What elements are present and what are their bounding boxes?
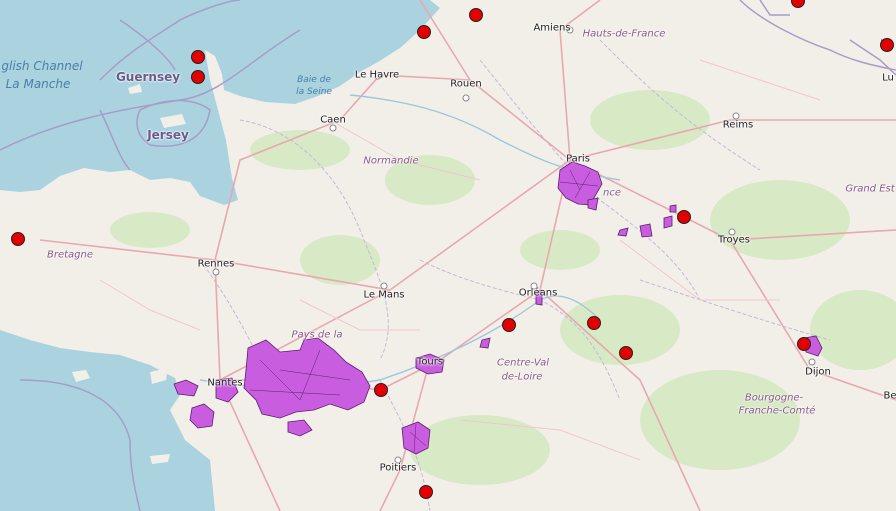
region-label-grand-est: Grand Est: [845, 183, 895, 195]
map-marker[interactable]: [880, 38, 894, 52]
region-label-franche-comte: Franche-Comté: [738, 405, 816, 417]
city-dot-caen: [329, 124, 337, 132]
island-label-guernsey: Guernsey: [115, 70, 181, 84]
map-marker[interactable]: [191, 50, 205, 64]
map-marker[interactable]: [677, 210, 691, 224]
island-re: [150, 454, 170, 464]
city-label-caen: Caen: [320, 114, 346, 126]
map-marker[interactable]: [191, 70, 205, 84]
city-label-dijon: Dijon: [805, 366, 831, 378]
water-label-channel-en: glish Channel: [1, 59, 83, 73]
region-label-hauts-de-france: Hauts-de-France: [582, 28, 666, 40]
island-jersey-shape: [160, 114, 186, 128]
map-marker[interactable]: [619, 346, 633, 360]
region-label-idf-fragment: nce: [603, 187, 621, 199]
water-label-channel-fr: La Manche: [5, 77, 71, 91]
map-marker[interactable]: [374, 383, 388, 397]
edge-label-lu: Lu: [882, 72, 894, 84]
island-small: [72, 370, 90, 382]
city-label-orleans: Orléans: [518, 287, 558, 299]
region-label-centre-val: Centre-Val: [497, 357, 549, 369]
map-view[interactable]: glish Channel La Manche Baie de la Seine…: [0, 0, 896, 511]
island-guernsey-shape: [128, 84, 142, 94]
city-dot-rouen: [462, 94, 470, 102]
map-marker[interactable]: [587, 316, 601, 330]
city-dot-rennes: [212, 268, 220, 276]
region-label-bourgogne: Bourgogne-: [744, 392, 804, 404]
city-label-tours: Tours: [416, 356, 444, 368]
city-label-le-mans: Le Mans: [363, 289, 405, 301]
city-label-amiens: Amiens: [533, 22, 571, 34]
water-label-baie-de: Baie de: [297, 75, 331, 85]
map-marker[interactable]: [502, 318, 516, 332]
city-label-rennes: Rennes: [197, 258, 235, 270]
map-marker[interactable]: [419, 485, 433, 499]
city-label-rouen: Rouen: [450, 78, 482, 90]
map-marker[interactable]: [11, 232, 25, 246]
city-label-paris: Paris: [566, 153, 590, 165]
edge-label-be: Be: [883, 390, 896, 402]
city-label-troyes: Troyes: [718, 234, 750, 246]
region-label-de-loire: de-Loire: [501, 371, 543, 383]
map-marker[interactable]: [417, 25, 431, 39]
city-label-reims: Reims: [722, 119, 754, 131]
city-dot-le-mans: [380, 282, 388, 290]
region-label-bretagne: Bretagne: [46, 249, 94, 261]
water-label-la-seine: la Seine: [296, 87, 332, 97]
region-label-pays-de-la-loire: Pays de la: [291, 329, 343, 341]
city-label-le-havre: Le Havre: [354, 69, 400, 81]
city-label-nantes: Nantes: [207, 377, 243, 389]
island-label-jersey: Jersey: [147, 128, 189, 142]
map-marker[interactable]: [469, 8, 483, 22]
city-label-poitiers: Poitiers: [379, 462, 417, 474]
city-dot-dijon: [808, 358, 816, 366]
island-noirmoutier: [150, 368, 168, 384]
region-label-normandie: Normandie: [363, 155, 419, 167]
city-dot-reims: [732, 112, 740, 120]
map-marker[interactable]: [797, 337, 811, 351]
